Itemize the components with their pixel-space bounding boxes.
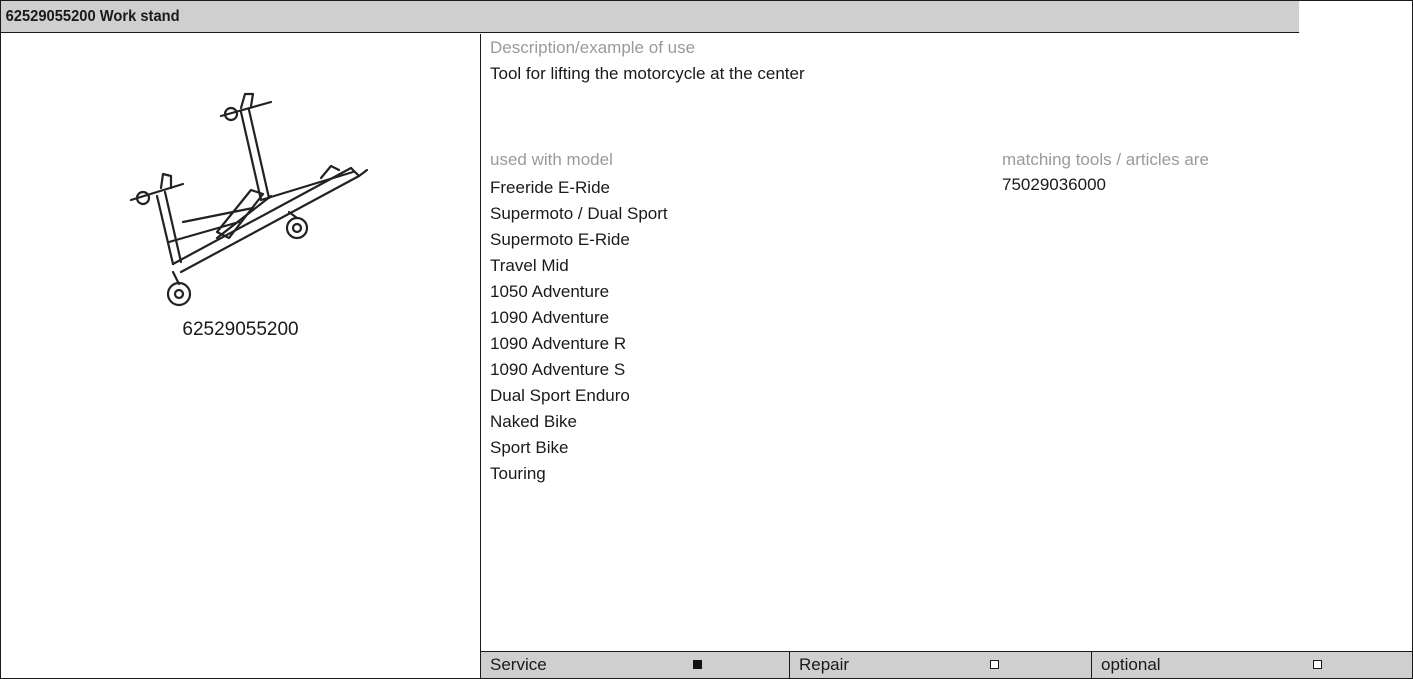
model-item: Sport Bike [490, 438, 569, 457]
category-optional: optional [1091, 652, 1412, 678]
model-item: Supermoto / Dual Sport [490, 204, 668, 223]
model-item: 1090 Adventure R [490, 334, 627, 353]
category-bar: Service Repair optional [481, 651, 1412, 678]
optional-checkbox-icon [1313, 660, 1322, 669]
category-repair-label: Repair [799, 655, 850, 674]
model-item: Travel Mid [490, 256, 569, 275]
model-list: Freeride E-Ride Supermoto / Dual Sport S… [490, 175, 668, 487]
category-service: Service [481, 652, 789, 678]
matching-label: matching tools / articles are [1002, 150, 1209, 169]
page-title: 62529055200 Work stand [1, 1, 1300, 33]
category-service-label: Service [490, 655, 547, 674]
tool-details-panel: Description/example of use Tool for lift… [481, 34, 1412, 678]
category-repair: Repair [789, 652, 1091, 678]
description-label: Description/example of use [490, 38, 696, 57]
model-item: 1090 Adventure [490, 308, 610, 327]
service-checkbox-icon [693, 660, 702, 669]
model-item: 1090 Adventure S [490, 360, 626, 379]
model-item: Dual Sport Enduro [490, 386, 630, 405]
tool-part-number: 62529055200 [182, 319, 299, 340]
model-item: 1050 Adventure [490, 282, 610, 301]
description-text: Tool for lifting the motorcycle at the c… [490, 64, 805, 83]
model-item: Supermoto E-Ride [490, 230, 630, 249]
work-stand-icon [129, 92, 369, 307]
repair-checkbox-icon [990, 660, 999, 669]
category-optional-label: optional [1101, 655, 1161, 674]
matching-item: 75029036000 [1002, 175, 1107, 194]
tool-image-panel: 62529055200 [1, 34, 481, 678]
tool-sheet: 62529055200 Work stand 62529055200 Descr… [0, 0, 1413, 679]
model-item: Naked Bike [490, 412, 577, 431]
model-item: Freeride E-Ride [490, 178, 610, 197]
models-label: used with model [490, 150, 613, 169]
model-item: Touring [490, 464, 546, 483]
